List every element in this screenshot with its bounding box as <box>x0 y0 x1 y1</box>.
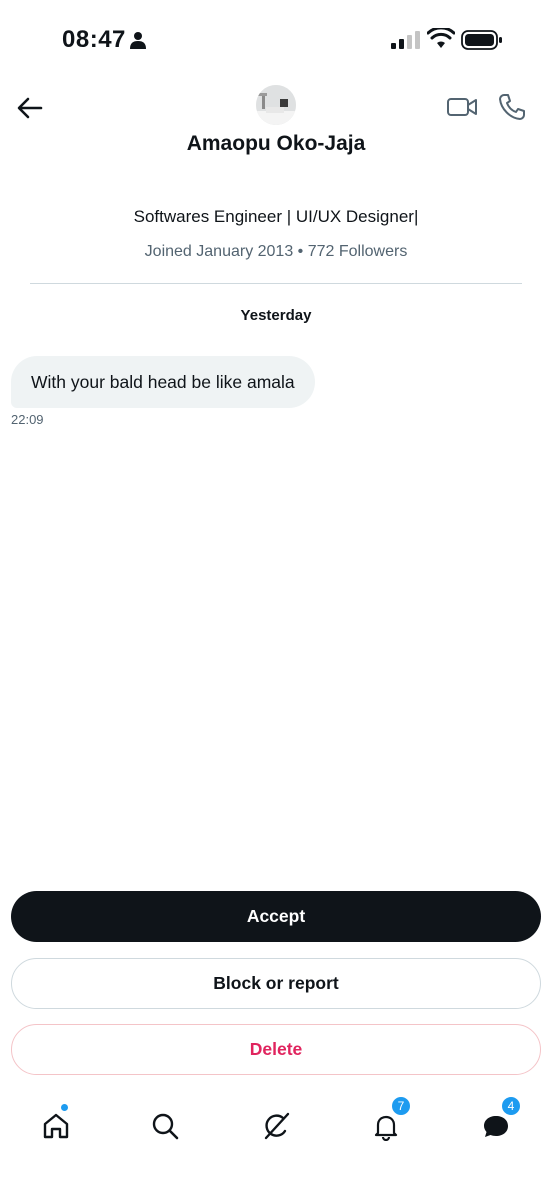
bell-icon <box>374 1115 398 1141</box>
message-text: With your bald head be like amala <box>31 371 295 392</box>
contact-name[interactable]: Amaopu Oko-Jaja <box>0 132 552 156</box>
message-bubble[interactable]: With your bald head be like amala <box>11 356 315 408</box>
back-button[interactable] <box>14 92 46 124</box>
message-timestamp: 22:09 <box>11 412 44 427</box>
avatar-image <box>256 85 296 125</box>
profile-meta: Joined January 2013 • 772 Followers <box>144 243 408 260</box>
signal-icon <box>391 31 420 49</box>
grok-icon <box>264 1112 290 1140</box>
status-time: 08:47 <box>62 26 126 53</box>
search-icon <box>152 1113 179 1140</box>
battery-icon <box>461 30 502 50</box>
day-separator: Yesterday <box>240 307 312 324</box>
home-icon <box>43 1113 69 1139</box>
profile-bio: Softwares Engineer | UI/UX Designer| <box>133 207 419 226</box>
messages-icon <box>484 1116 508 1137</box>
status-bar: 08:47 <box>0 0 552 80</box>
nav-home[interactable] <box>38 1108 74 1144</box>
avatar[interactable] <box>256 85 296 125</box>
video-call-icon <box>447 98 477 116</box>
accept-button[interactable]: Accept <box>11 891 541 942</box>
block-or-report-button[interactable]: Block or report <box>11 958 541 1009</box>
arrow-left-icon <box>17 97 43 119</box>
delete-button[interactable]: Delete <box>11 1024 541 1075</box>
notifications-badge: 7 <box>391 1096 411 1116</box>
bottom-nav: 7 4 <box>0 1090 552 1170</box>
messages-badge: 4 <box>501 1096 521 1116</box>
wifi-icon <box>427 28 455 48</box>
conversation-header: Amaopu Oko-Jaja <box>0 80 552 170</box>
person-icon <box>130 32 146 49</box>
video-call-button[interactable] <box>446 92 478 122</box>
divider <box>30 283 522 284</box>
phone-call-button[interactable] <box>497 92 527 122</box>
nav-search[interactable] <box>147 1108 183 1144</box>
nav-grok[interactable] <box>258 1108 294 1144</box>
phone-icon <box>499 94 525 120</box>
home-unread-dot <box>60 1103 69 1112</box>
